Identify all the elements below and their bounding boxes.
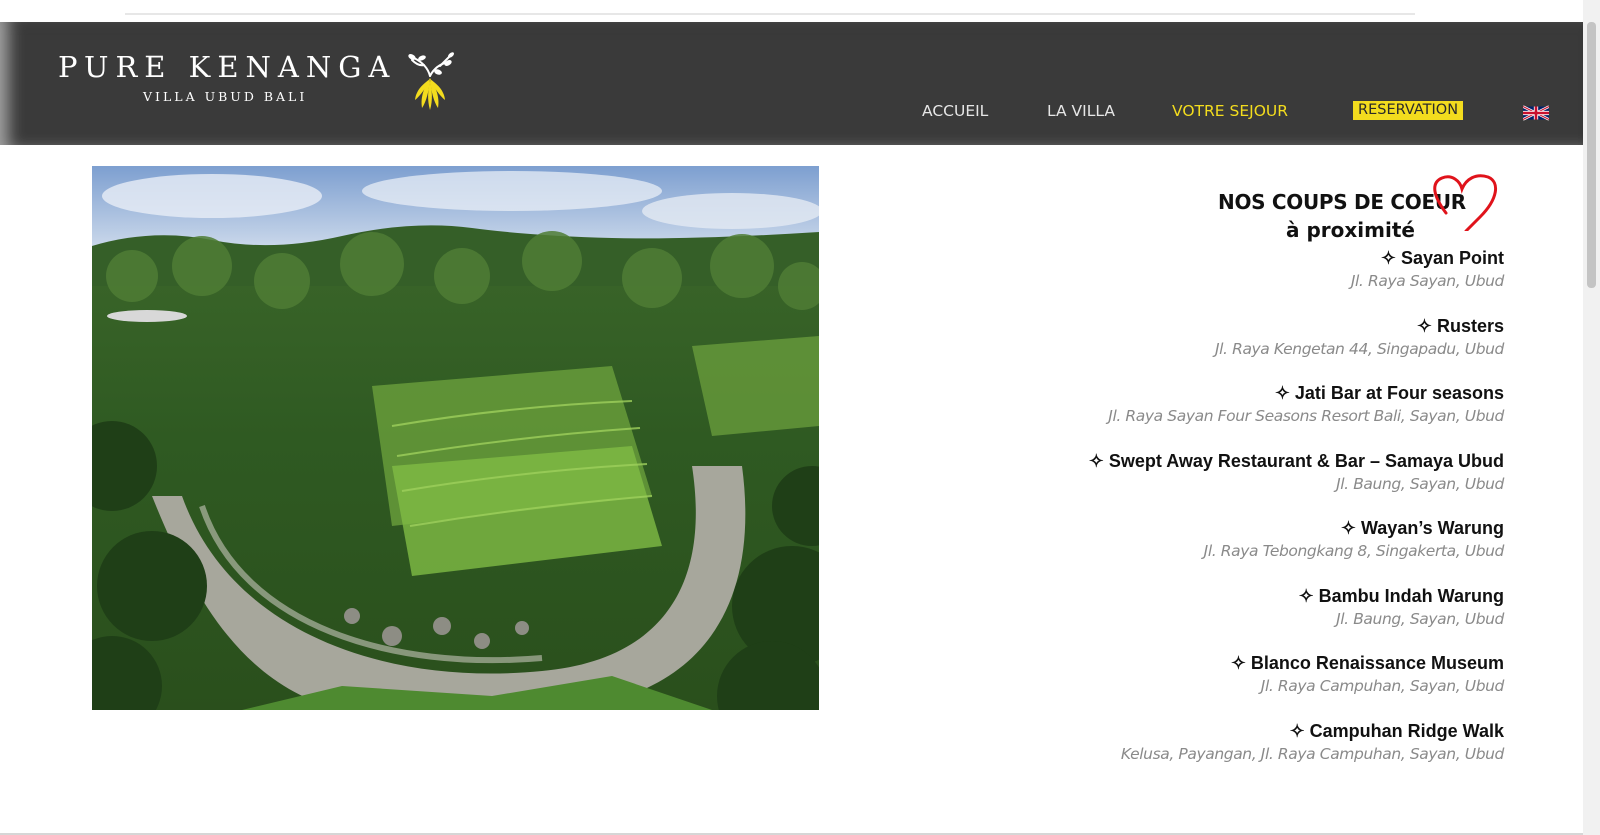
list-item: ✧ Swept Away Restaurant & Bar – Samaya U… [904,450,1505,518]
place-name: ✧ Jati Bar at Four seasons [1274,383,1504,403]
place-name: ✧ Wayan’s Warung [1340,518,1504,538]
site-header: PURE KENANGA VILLA UBUD BALI ACCUEIL LA … [0,22,1583,145]
place-address: Kelusa, Payangan, Jl. Raya Campuhan, Say… [1120,744,1504,763]
browser-top-edge [0,0,1583,22]
top-divider [125,13,1415,15]
list-item: ✧ Rusters Jl. Raya Kengetan 44, Singapad… [904,315,1504,383]
heart-icon [1433,174,1497,231]
list-item: ✧ Sayan Point Jl. Raya Sayan, Ubud [904,247,1505,315]
place-address: Jl. Raya Campuhan, Sayan, Ubud [1260,677,1505,695]
uk-flag-icon[interactable] [1523,105,1549,121]
nav-reservation-button[interactable]: RESERVATION [1353,101,1464,120]
list-item: ✧ Wayan’s Warung Jl. Raya Tebongkang 8, … [904,517,1505,585]
place-name: ✧ Bambu Indah Warung [1298,585,1504,606]
list-item: ✧ Blanco Renaissance Museum Jl. Raya Cam… [904,652,1505,720]
place-name: ✧ Campuhan Ridge Walk [1289,720,1504,741]
place-address: Jl. Raya Kengetan 44, Singapadu, Ubud [1214,339,1504,358]
place-name: ✧ Swept Away Restaurant & Bar – Samaya U… [1088,450,1504,471]
logo-link[interactable]: PURE KENANGA VILLA UBUD BALI [0,22,470,145]
place-name: ✧ Blanco Renaissance Museum [1230,653,1504,673]
place-name: ✧ Rusters [1416,315,1504,336]
page-scrollbar[interactable] [1583,0,1600,835]
place-address: Jl. Baung, Sayan, Ubud [1336,474,1504,493]
place-address: Jl. Baung, Sayan, Ubud [1336,609,1504,628]
list-item: ✧ Bambu Indah Warung Jl. Baung, Sayan, U… [904,585,1505,653]
places-list: ✧ Sayan Point Jl. Raya Sayan, Ubud ✧ Rus… [904,247,1505,788]
nav-la-villa[interactable]: LA VILLA [1047,102,1115,120]
kenanga-flower-icon [408,52,454,110]
logo-subtitle: VILLA UBUD BALI [143,89,308,104]
scrollbar-thumb[interactable] [1587,22,1596,288]
favorites-subtitle: à proximité [1286,218,1415,242]
place-address: Jl. Raya Tebongkang 8, Singakerta, Ubud [1203,542,1505,560]
place-address: Jl. Raya Sayan, Ubud [1350,272,1505,290]
rice-terrace-river-photo [92,166,819,710]
place-name: ✧ Sayan Point [1380,248,1504,268]
nav-accueil[interactable]: ACCUEIL [922,102,988,120]
favorites-heading: NOS COUPS DE COEUR à proximité [1210,168,1500,248]
list-item: ✧ Campuhan Ridge Walk Kelusa, Payangan, … [904,720,1504,788]
list-item: ✧ Jati Bar at Four seasons Jl. Raya Saya… [904,382,1504,450]
place-address: Jl. Raya Sayan Four Seasons Resort Bali,… [1108,407,1504,425]
logo-title: PURE KENANGA [58,50,397,84]
nav-votre-sejour[interactable]: VOTRE SEJOUR [1172,102,1288,120]
